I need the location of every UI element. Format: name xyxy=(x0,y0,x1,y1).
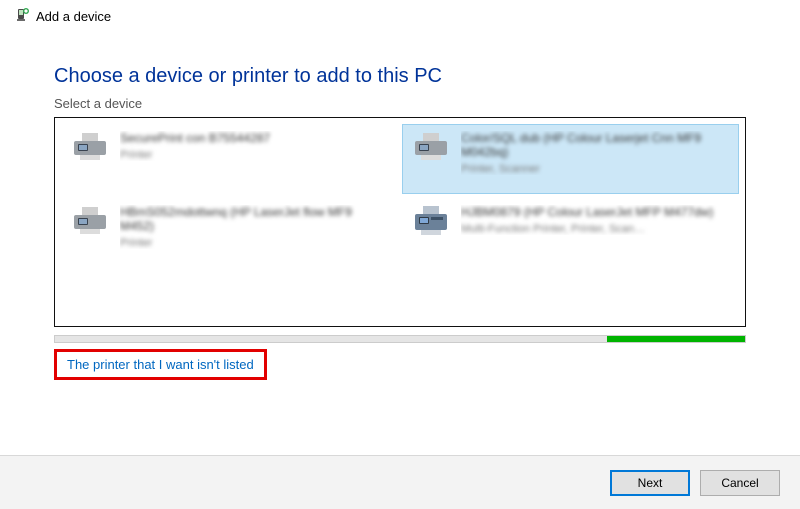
device-list: SecurePrint con B75544287 Printer Color/… xyxy=(54,117,746,327)
printer-icon xyxy=(70,205,110,237)
device-type: Printer xyxy=(120,237,389,249)
device-text: SecurePrint con B75544287 Printer xyxy=(120,131,389,161)
highlight-box: The printer that I want isn't listed xyxy=(54,349,267,380)
page-subheading: Select a device xyxy=(54,96,746,111)
device-text: Color/SQL dub (HP Colour Laserjet Cnn MF… xyxy=(461,131,730,175)
device-type: Printer, Scanner xyxy=(461,163,730,175)
device-wizard-icon xyxy=(14,8,30,24)
device-text: HJBM0879 (HP Colour LaserJet MFP M477dw)… xyxy=(461,205,730,235)
device-type: Multi-Function Printer, Printer, Scan… xyxy=(461,223,730,235)
device-name: Color/SQL dub (HP Colour Laserjet Cnn MF… xyxy=(461,131,730,159)
next-button[interactable]: Next xyxy=(610,470,690,496)
device-name: HBmS052mdottwnq (HP LaserJet flow MF9 M4… xyxy=(120,205,389,233)
printer-icon xyxy=(70,131,110,163)
window-title: Add a device xyxy=(36,9,111,24)
title-bar: Add a device xyxy=(0,0,800,33)
printer-icon xyxy=(411,131,451,163)
device-item[interactable]: SecurePrint con B75544287 Printer xyxy=(61,124,398,194)
device-item[interactable]: HBmS052mdottwnq (HP LaserJet flow MF9 M4… xyxy=(61,198,398,268)
printer-not-listed-link[interactable]: The printer that I want isn't listed xyxy=(67,357,254,372)
page-heading: Choose a device or printer to add to thi… xyxy=(54,65,746,88)
progress-fill xyxy=(607,336,745,342)
device-type: Printer xyxy=(120,149,389,161)
device-name: SecurePrint con B75544287 xyxy=(120,131,389,145)
device-name: HJBM0879 (HP Colour LaserJet MFP M477dw) xyxy=(461,205,730,219)
device-text: HBmS052mdottwnq (HP LaserJet flow MF9 M4… xyxy=(120,205,389,249)
device-item-selected[interactable]: Color/SQL dub (HP Colour Laserjet Cnn MF… xyxy=(402,124,739,194)
not-listed-row: The printer that I want isn't listed xyxy=(54,349,746,380)
search-progress-bar xyxy=(54,335,746,343)
cancel-button[interactable]: Cancel xyxy=(700,470,780,496)
device-item[interactable]: HJBM0879 (HP Colour LaserJet MFP M477dw)… xyxy=(402,198,739,268)
mfp-printer-icon xyxy=(411,205,451,237)
content-area: Choose a device or printer to add to thi… xyxy=(0,33,800,380)
dialog-footer: Next Cancel xyxy=(0,455,800,509)
